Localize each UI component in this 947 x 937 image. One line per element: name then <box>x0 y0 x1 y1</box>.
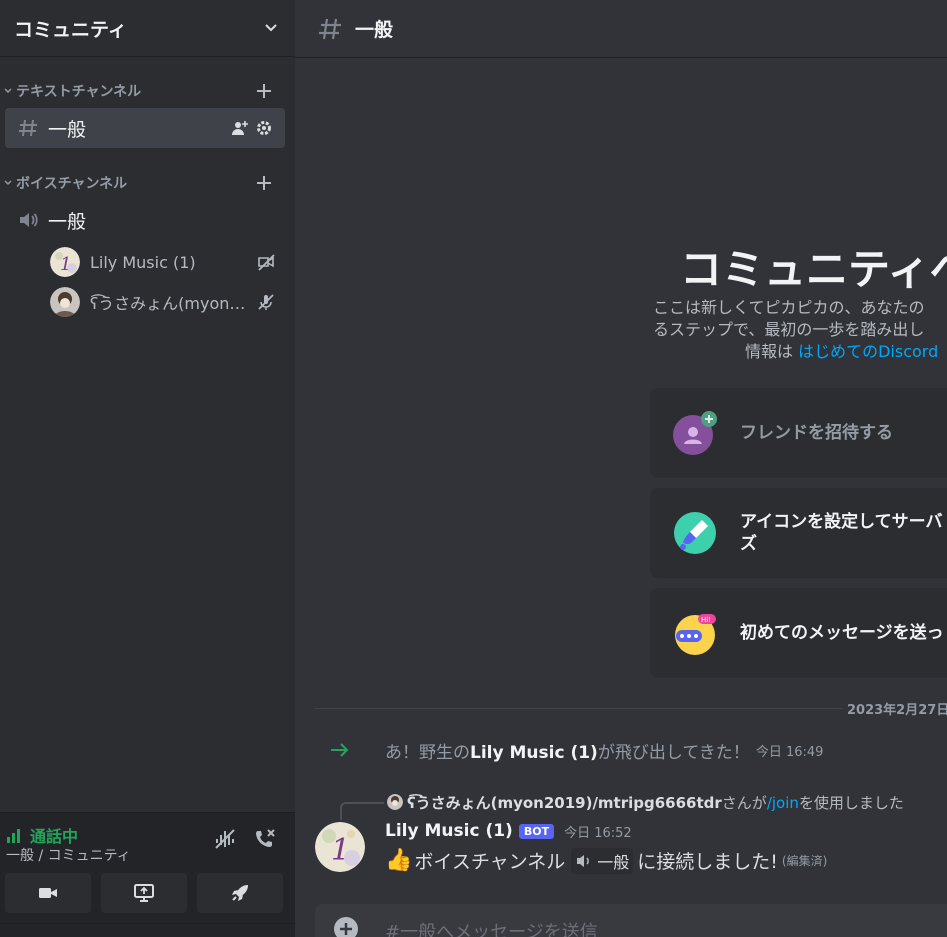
channel-header: 一般 <box>295 0 947 58</box>
first-message-card[interactable]: Hi! 初めてのメッセージを送っ <box>650 588 947 678</box>
add-attachment-icon[interactable] <box>333 916 359 937</box>
add-channel-icon[interactable] <box>255 82 273 100</box>
reply-connector <box>340 802 384 820</box>
camera-button[interactable] <box>5 873 91 913</box>
channel-name: 一般 <box>48 210 87 233</box>
server-header[interactable]: コミュニティ <box>0 0 295 57</box>
noise-suppression-icon[interactable] <box>213 827 237 851</box>
disconnect-icon[interactable] <box>253 827 277 851</box>
welcome-line: ここは新しくてピカピカの、あなたの <box>653 298 925 317</box>
reply-suffix: を使用しました <box>798 793 904 812</box>
card-label: ズ <box>740 534 757 554</box>
category-label: テキストチャンネル <box>16 84 142 100</box>
join-suffix: が飛び出してきた！ <box>597 742 750 763</box>
command-reply-context[interactable]: ʕ͡うさみょん(myon2019)/mtripg6666tdrさんが/joinを… <box>387 791 904 813</box>
svg-text:Hi!: Hi! <box>701 616 711 624</box>
mic-muted-icon <box>258 294 274 310</box>
voice-user[interactable]: ʕ͡うさみょん(myon2019) <box>50 286 280 318</box>
set-icon-card[interactable]: アイコンを設定してサーバ ズ <box>650 488 947 578</box>
channel-name: 一般 <box>48 118 87 141</box>
activity-button[interactable] <box>197 873 283 913</box>
speaker-icon <box>20 213 38 227</box>
svg-text:1: 1 <box>60 254 71 275</box>
category-voice-channels[interactable]: ボイスチャンネル <box>0 171 295 195</box>
voice-user-name: ʕ͡うさみょん(myon2019) <box>90 294 250 313</box>
reply-user: ʕ͡うさみょん(myon2019)/mtripg6666tdr <box>407 793 722 812</box>
voice-channel-general[interactable]: 一般 <box>5 200 285 240</box>
getting-started-link[interactable]: はじめてのDiscord <box>798 342 938 361</box>
voice-user-name: Lily Music (1) <box>90 252 196 272</box>
message-timestamp: 今日 16:52 <box>564 825 632 841</box>
divider <box>0 923 295 924</box>
join-username[interactable]: Lily Music (1) <box>470 743 598 763</box>
avatar[interactable]: 1 <box>315 822 365 872</box>
arrow-right-icon <box>331 743 349 757</box>
paintbrush-icon <box>674 512 716 554</box>
welcome-line: 情報は <box>745 342 799 361</box>
chevron-down-icon <box>4 88 12 94</box>
svg-text:1: 1 <box>331 833 350 868</box>
system-message-join[interactable]: あ！野生のLily Music (1)が飛び出してきた！ 今日 16:49 <box>329 736 947 764</box>
welcome-description: ここは新しくてピカピカの、あなたの るステップで、最初の一歩を踏み出し 情報は … <box>653 297 938 363</box>
discord-app: コミュニティ テキストチャンネル 一般 ボイスチャンネル 一般 1 Lily M… <box>0 0 947 937</box>
add-channel-icon[interactable] <box>255 174 273 192</box>
thumbs-up-emoji: 👍 <box>385 848 413 873</box>
avatar <box>387 794 403 810</box>
hash-icon <box>19 119 37 137</box>
channel-sidebar: コミュニティ テキストチャンネル 一般 ボイスチャンネル 一般 1 Lily M… <box>0 0 295 937</box>
welcome-line: るステップで、最初の一歩を踏み出し <box>653 320 925 339</box>
avatar <box>50 287 80 317</box>
invite-friends-card[interactable]: フレンドを招待する <box>650 388 947 478</box>
avatar: 1 <box>50 247 80 277</box>
channel-item-general[interactable]: 一般 <box>5 108 285 148</box>
edited-label: (編集済) <box>781 854 828 868</box>
message-header: Lily Music (1) BOT 今日 16:52 <box>385 821 632 841</box>
invite-user-icon[interactable] <box>231 119 249 137</box>
card-label: アイコンを設定してサーバ <box>740 512 943 532</box>
gear-icon[interactable] <box>255 119 273 137</box>
channel-mention[interactable]: 一般 <box>571 847 634 874</box>
reply-mid: さんが <box>721 793 767 812</box>
category-label: ボイスチャンネル <box>16 176 128 192</box>
screen-share-button[interactable] <box>101 873 187 913</box>
message-input[interactable]: #一般へメッセージを送信 <box>385 918 598 937</box>
bot-badge: BOT <box>518 823 555 839</box>
message-composer[interactable]: #一般へメッセージを送信 <box>315 904 947 937</box>
voice-status[interactable]: 通話中 <box>30 823 78 847</box>
channel-title: 一般 <box>355 19 394 41</box>
hash-icon <box>319 18 341 39</box>
voice-connection-panel: 通話中 一般 / コミュニティ <box>0 812 295 937</box>
card-label: 初めてのメッセージを送っ <box>740 623 944 643</box>
screen-share-icon <box>134 884 154 902</box>
signal-icon[interactable] <box>6 827 24 843</box>
speaker-icon <box>577 854 590 867</box>
chevron-down-icon <box>4 180 12 186</box>
command-link[interactable]: /join <box>767 794 799 812</box>
welcome-title: コミュニティへ <box>680 245 947 294</box>
divider-date: 2023年2月27日 <box>843 699 947 718</box>
message-text: ボイスチャンネル <box>414 851 566 873</box>
chat-bubble-icon: Hi! <box>675 614 716 655</box>
voice-user[interactable]: 1 Lily Music (1) <box>50 246 280 278</box>
message-content: 👍 ボイスチャンネル 一般 に接続しました! (編集済) <box>385 847 827 874</box>
message-timestamp: 今日 16:49 <box>755 744 824 760</box>
video-off-icon <box>258 254 275 271</box>
message-text: に接続しました! <box>637 851 778 873</box>
chat-area: 一般 コミュニティへ ここは新しくてピカピカの、あなたの るステップで、最初の一… <box>295 0 947 937</box>
rocket-icon <box>232 885 248 901</box>
server-name: コミュニティ <box>14 18 127 41</box>
category-text-channels[interactable]: テキストチャンネル <box>0 79 295 103</box>
join-prefix: あ！野生の <box>385 742 470 763</box>
invite-friends-icon <box>673 411 717 455</box>
camera-icon <box>39 888 57 898</box>
voice-location[interactable]: 一般 / コミュニティ <box>6 845 131 865</box>
mention-label: 一般 <box>597 852 630 872</box>
card-label: フレンドを招待する <box>740 423 893 443</box>
message-author[interactable]: Lily Music (1) <box>385 821 513 841</box>
chevron-down-icon <box>265 24 277 32</box>
